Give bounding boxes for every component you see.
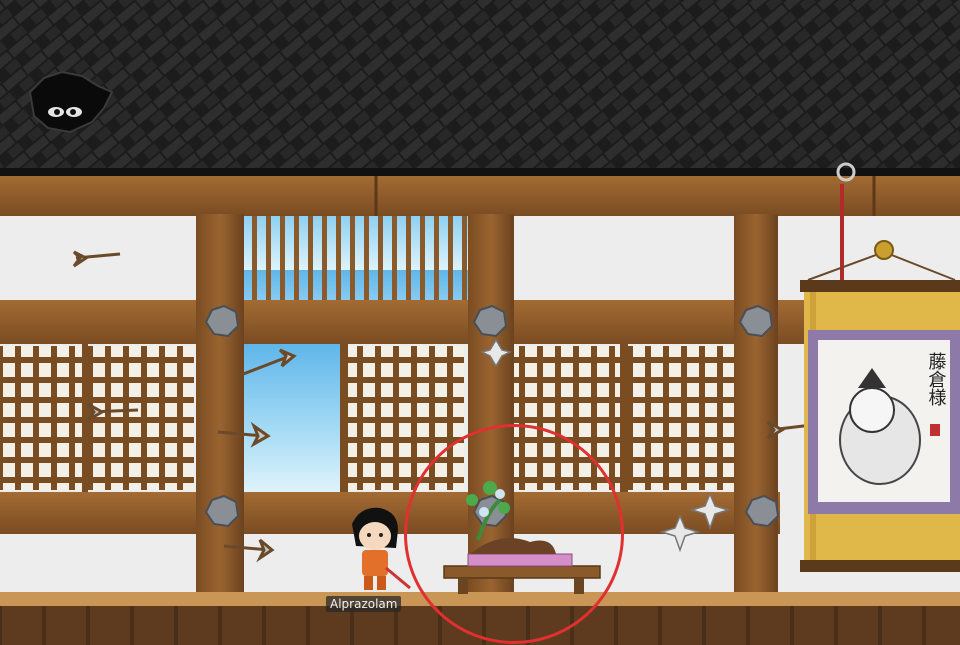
shoji-panel (626, 346, 734, 490)
shoji-panel (86, 346, 194, 490)
open-window-sky (244, 344, 340, 492)
top-beam (0, 176, 960, 216)
ground-planks (0, 606, 960, 645)
upper-window-bars (244, 216, 470, 300)
wooden-post (734, 214, 778, 594)
shoji-panel (0, 346, 82, 490)
player-name-tag: Alprazolam (326, 596, 402, 612)
hanging-scroll (800, 240, 960, 572)
roof-edge (0, 168, 960, 176)
shoji-panel (514, 346, 622, 490)
scroll-calligraphy: 藤倉様 (926, 352, 947, 406)
wooden-post (468, 214, 514, 594)
scroll-seal (930, 424, 940, 436)
wooden-post (196, 214, 244, 594)
game-scene: 藤倉様 (0, 0, 960, 645)
wooden-post-frame (340, 344, 348, 492)
shoji-panel (346, 346, 464, 490)
ground-ledge (0, 592, 960, 606)
roof-tiles (0, 0, 960, 178)
wooden-post-frame (82, 344, 88, 492)
wooden-post-frame (620, 344, 628, 492)
